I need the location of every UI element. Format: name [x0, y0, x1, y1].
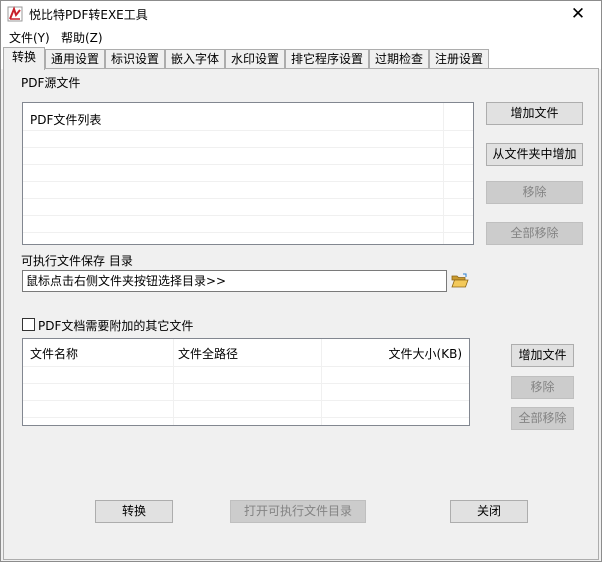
tab-convert[interactable]: 转换 — [3, 47, 45, 70]
tab-registration-settings[interactable]: 注册设置 — [429, 49, 489, 69]
table-row-line — [23, 417, 469, 418]
column-header-file-name[interactable]: 文件名称 — [30, 345, 78, 362]
list-row-line — [23, 130, 473, 131]
window-title: 悦比特PDF转EXE工具 — [29, 8, 148, 22]
add-file-button[interactable]: 增加文件 — [486, 102, 583, 125]
tab-embed-fonts[interactable]: 嵌入字体 — [165, 49, 225, 69]
list-row-line — [23, 181, 473, 182]
table-row-line — [23, 366, 469, 367]
attach-files-checkbox[interactable] — [22, 318, 35, 331]
close-button[interactable]: 关闭 — [450, 500, 528, 523]
pdf-file-list[interactable]: PDF文件列表 — [22, 102, 474, 245]
remove-button[interactable]: 移除 — [486, 181, 583, 204]
tab-exclusive-program-settings[interactable]: 排它程序设置 — [285, 49, 369, 69]
list-row-line — [23, 215, 473, 216]
list-row-line — [23, 198, 473, 199]
table-col-divider — [173, 339, 174, 425]
table-row-line — [23, 400, 469, 401]
table-row-line — [23, 383, 469, 384]
add-from-folder-button[interactable]: 从文件夹中增加 — [486, 143, 583, 166]
list-row-line — [23, 232, 473, 233]
column-header-file-size[interactable]: 文件大小(KB) — [389, 345, 462, 362]
menu-help[interactable]: 帮助(Z) — [61, 29, 103, 46]
pdf-app-icon — [7, 6, 23, 22]
output-dir-field[interactable]: 鼠标点击右侧文件夹按钮选择目录>> — [22, 270, 447, 292]
table-col-divider — [321, 339, 322, 425]
attachment-file-table[interactable]: 文件名称 文件全路径 文件大小(KB) — [22, 338, 470, 426]
tab-watermark-settings[interactable]: 水印设置 — [225, 49, 285, 69]
open-output-dir-button[interactable]: 打开可执行文件目录 — [230, 500, 366, 523]
folder-open-icon[interactable] — [451, 273, 469, 289]
app-window: 悦比特PDF转EXE工具 ✕ 文件(Y) 帮助(Z) 转换 通用设置 标识设置 … — [0, 0, 602, 562]
close-icon[interactable]: ✕ — [555, 1, 601, 27]
menu-bar: 文件(Y) 帮助(Z) — [1, 27, 601, 47]
tab-general-settings[interactable]: 通用设置 — [45, 49, 105, 69]
tab-expiry-check[interactable]: 过期检查 — [369, 49, 429, 69]
menu-file[interactable]: 文件(Y) — [9, 29, 50, 46]
convert-button[interactable]: 转换 — [95, 500, 173, 523]
list-divider — [443, 103, 444, 244]
list-row-line — [23, 147, 473, 148]
title-bar: 悦比特PDF转EXE工具 ✕ — [1, 1, 601, 27]
attach-remove-button[interactable]: 移除 — [511, 376, 574, 399]
pdf-source-label: PDF源文件 — [21, 76, 81, 90]
output-dir-label: 可执行文件保存 目录 — [21, 254, 133, 268]
attach-files-label: PDF文档需要附加的其它文件 — [38, 319, 194, 333]
attach-add-file-button[interactable]: 增加文件 — [511, 344, 574, 367]
list-row-line — [23, 164, 473, 165]
pdf-list-header: PDF文件列表 — [30, 113, 102, 127]
attach-remove-all-button[interactable]: 全部移除 — [511, 407, 574, 430]
remove-all-button[interactable]: 全部移除 — [486, 222, 583, 245]
column-header-full-path[interactable]: 文件全路径 — [178, 345, 238, 362]
tab-strip: 转换 通用设置 标识设置 嵌入字体 水印设置 排它程序设置 过期检查 注册设置 — [1, 47, 601, 70]
tab-identity-settings[interactable]: 标识设置 — [105, 49, 165, 69]
